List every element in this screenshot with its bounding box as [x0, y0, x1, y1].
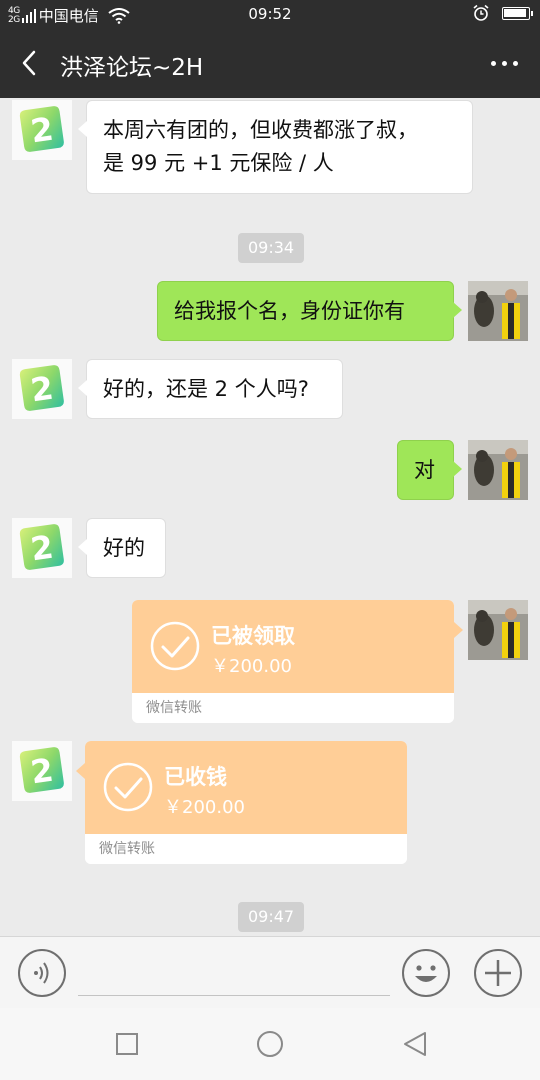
back-arrow-icon[interactable]: [16, 48, 46, 78]
message-bubble[interactable]: 本周六有团的，但收费都涨了叔， 是 99 元 +1 元保险 / 人: [78, 100, 473, 194]
check-circle-icon: [150, 621, 200, 671]
user-avatar[interactable]: [468, 600, 528, 660]
user-avatar[interactable]: [468, 440, 528, 500]
transfer-card-body: 已收钱 ￥200.00: [76, 741, 407, 834]
transfer-footer: 微信转账: [85, 834, 407, 864]
logo-2-icon: 2: [19, 106, 64, 152]
user-photo-icon: [468, 440, 528, 500]
system-nav-bar: [0, 1008, 540, 1080]
transfer-card-body: 已被领取 ￥200.00: [132, 600, 463, 693]
check-circle-icon: [103, 762, 153, 812]
chat-area[interactable]: 2 本周六有团的，但收费都涨了叔， 是 99 元 +1 元保险 / 人 09:3…: [0, 98, 540, 936]
user-avatar[interactable]: [468, 281, 528, 341]
user-photo-icon: [468, 281, 528, 341]
alarm-icon: [473, 4, 489, 21]
logo-2-icon: 2: [19, 365, 64, 411]
header-bar: 洪泽论坛~2H: [0, 28, 540, 98]
message-timestamp: 09:47: [238, 902, 305, 932]
transfer-footer: 微信转账: [132, 693, 454, 723]
message-bubble[interactable]: 好的，还是 2 个人吗?: [78, 359, 343, 419]
message-input-field[interactable]: [78, 995, 390, 996]
message-bubble[interactable]: 对: [397, 440, 462, 500]
message-timestamp: 09:34: [238, 233, 305, 263]
contact-avatar[interactable]: 2: [12, 100, 72, 160]
recent-apps-icon[interactable]: [115, 1032, 139, 1056]
transfer-card[interactable]: 已被领取 ￥200.00 微信转账: [132, 600, 463, 723]
battery-fill: [504, 8, 526, 17]
contact-avatar[interactable]: 2: [12, 741, 72, 801]
emoji-icon: [415, 965, 437, 982]
voice-icon: [34, 962, 49, 984]
transfer-amount: ￥200.00: [211, 656, 292, 677]
transfer-status: 已被领取: [211, 624, 295, 648]
battery-icon: [502, 6, 533, 20]
logo-2-icon: 2: [19, 524, 64, 570]
transfer-status: 已收钱: [164, 765, 227, 789]
status-time: 09:52: [248, 5, 292, 23]
status-bar: 4G 2G 中国电信 09:52: [0, 0, 540, 28]
transfer-amount: ￥200.00: [164, 797, 245, 818]
home-icon[interactable]: [255, 1029, 285, 1059]
contact-avatar[interactable]: 2: [12, 359, 72, 419]
chat-title: 洪泽论坛~2H: [60, 55, 204, 81]
logo-2-icon: 2: [19, 747, 64, 793]
more-icon[interactable]: [478, 48, 518, 78]
message-bubble[interactable]: 给我报个名，身份证你有: [157, 281, 462, 341]
back-icon[interactable]: [401, 1030, 429, 1058]
status-right: [472, 4, 533, 22]
user-photo-icon: [468, 600, 528, 660]
emoji-button[interactable]: [402, 949, 450, 997]
message-text-line: 是 99 元 +1 元保险 / 人: [103, 151, 334, 175]
contact-avatar[interactable]: 2: [12, 518, 72, 578]
plus-icon: [485, 960, 511, 986]
transfer-card[interactable]: 已收钱 ￥200.00 微信转账: [76, 741, 407, 864]
input-bar: [0, 936, 540, 1008]
voice-button[interactable]: [18, 949, 66, 997]
message-bubble[interactable]: 好的: [78, 518, 166, 578]
message-text-line: 本周六有团的，但收费都涨了叔，: [103, 118, 418, 142]
more-functions-button[interactable]: [474, 949, 522, 997]
